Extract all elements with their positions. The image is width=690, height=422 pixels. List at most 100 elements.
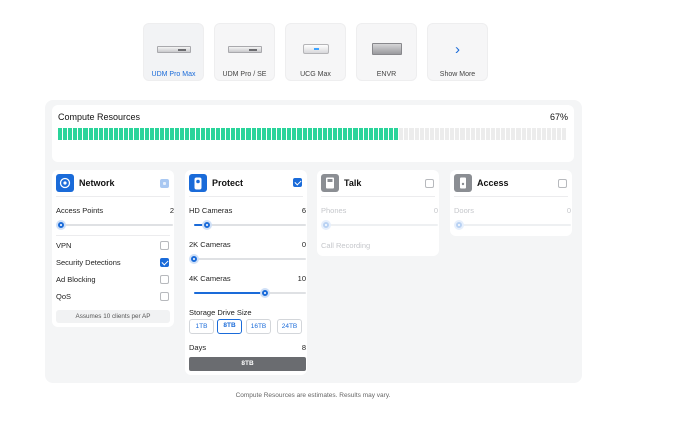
compute-segment-filled [266, 128, 271, 140]
compute-segment-filled [144, 128, 149, 140]
compute-segment-empty [404, 128, 409, 140]
compute-percent: 67% [549, 112, 568, 122]
device-tab-udm-pro-max[interactable]: UDM Pro Max [143, 23, 204, 81]
access-points-label: Access Points [56, 206, 104, 215]
compute-segment-filled [246, 128, 251, 140]
compute-segment-filled [358, 128, 363, 140]
compute-segment-filled [302, 128, 307, 140]
device-tab-udm-pro-se[interactable]: UDM Pro / SE [214, 23, 275, 81]
2k-cameras-slider[interactable] [189, 254, 306, 264]
compute-segment-filled [185, 128, 190, 140]
device-label: ENVR [376, 71, 397, 78]
compute-segment-filled [175, 128, 180, 140]
compute-segment-empty [516, 128, 521, 140]
compute-segment-filled [389, 128, 394, 140]
compute-segment-filled [134, 128, 139, 140]
compute-segment-filled [287, 128, 292, 140]
4k-cameras-slider[interactable] [194, 288, 306, 298]
storage-1tb-button[interactable]: 1TB [189, 319, 214, 334]
protect-toggle-checkbox[interactable] [293, 178, 302, 187]
compute-segment-filled [271, 128, 277, 140]
compute-segment-filled [68, 128, 73, 140]
phone-icon [321, 174, 339, 192]
compute-segment-empty [475, 128, 480, 140]
protect-title: Protect [212, 178, 244, 188]
security-detections-label: Security Detections [56, 258, 121, 267]
storage-16tb-button[interactable]: 16TB [246, 319, 271, 334]
compute-segment-filled [241, 128, 246, 140]
compute-segment-filled [226, 128, 231, 140]
compute-segment-filled [98, 128, 103, 140]
compute-segment-empty [496, 128, 501, 140]
device-tab-envr[interactable]: ENVR [356, 23, 417, 81]
door-icon [454, 174, 472, 192]
compute-segment-filled [231, 128, 236, 140]
compute-segment-empty [470, 128, 475, 140]
compute-progress-bar [58, 128, 567, 140]
divider [56, 235, 170, 236]
compute-segment-filled [129, 128, 134, 140]
compute-segment-filled [195, 128, 200, 140]
compute-segment-filled [368, 128, 373, 140]
compute-segment-filled [236, 128, 241, 140]
compute-segment-filled [282, 128, 287, 140]
slider-handle[interactable] [259, 288, 270, 298]
device-tab-ucg-max[interactable]: UCG Max [285, 23, 346, 81]
phones-slider[interactable] [321, 220, 438, 230]
compute-segment-filled [307, 128, 312, 140]
compute-segment-filled [343, 128, 348, 140]
network-toggle-checkbox[interactable] [160, 179, 169, 188]
compute-segment-filled [108, 128, 114, 140]
device-label: Show More [439, 71, 476, 78]
slider-handle[interactable] [189, 254, 199, 264]
compute-segment-empty [440, 128, 445, 140]
compute-segment-filled [292, 128, 297, 140]
slider-handle[interactable] [454, 220, 464, 230]
compute-segment-empty [531, 128, 536, 140]
talk-title: Talk [344, 178, 362, 188]
device-selector: UDM Pro Max UDM Pro / SE UCG Max ENVR › … [143, 23, 488, 81]
access-toggle-checkbox[interactable] [558, 179, 567, 188]
compute-segment-filled [363, 128, 368, 140]
show-more-button[interactable]: › Show More [427, 23, 488, 81]
security-detections-checkbox[interactable] [160, 258, 169, 267]
phones-label: Phones [321, 206, 347, 215]
compute-segment-filled [78, 128, 83, 140]
compute-segment-filled [190, 128, 195, 140]
compute-segment-filled [164, 128, 170, 140]
doors-slider[interactable] [454, 220, 571, 230]
compute-segment-empty [450, 128, 455, 140]
compute-segment-filled [159, 128, 164, 140]
storage-size-label: Storage Drive Size [189, 308, 252, 317]
ucg-max-device-icon [302, 44, 329, 54]
ad-blocking-label: Ad Blocking [56, 275, 96, 284]
access-points-slider[interactable] [56, 220, 173, 230]
days-value: 8 [301, 343, 306, 352]
compute-segment-filled [256, 128, 261, 140]
slider-handle[interactable] [321, 220, 331, 230]
device-label: UCG Max [300, 71, 331, 78]
compute-segment-filled [317, 128, 322, 140]
compute-segment-filled [277, 128, 282, 140]
compute-segment-filled [297, 128, 302, 140]
doors-value: 0 [566, 206, 571, 215]
divider [189, 196, 303, 197]
qos-checkbox[interactable] [160, 292, 169, 301]
phones-value: 0 [433, 206, 438, 215]
compute-segment-filled [124, 128, 129, 140]
compute-segment-empty [521, 128, 526, 140]
storage-24tb-button[interactable]: 24TB [277, 319, 302, 334]
storage-8tb-button[interactable]: 8TB [217, 319, 242, 334]
divider [321, 196, 435, 197]
slider-handle[interactable] [56, 220, 66, 230]
hd-cameras-slider[interactable] [194, 220, 306, 230]
storage-summary-bar: 8TB [189, 357, 306, 371]
2k-cameras-value: 0 [301, 240, 306, 249]
vpn-label: VPN [56, 241, 72, 250]
slider-handle[interactable] [202, 220, 213, 230]
access-points-value: 2 [169, 206, 174, 215]
talk-toggle-checkbox[interactable] [425, 179, 434, 188]
compute-segment-empty [541, 128, 546, 140]
ad-blocking-checkbox[interactable] [160, 275, 169, 284]
vpn-checkbox[interactable] [160, 241, 169, 250]
